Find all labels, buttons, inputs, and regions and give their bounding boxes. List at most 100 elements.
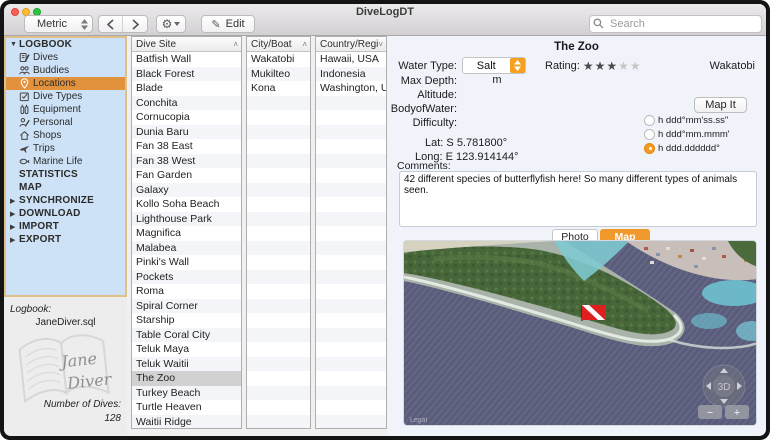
table-row[interactable]: Mukilteo bbox=[247, 67, 310, 82]
table-row-empty[interactable] bbox=[247, 371, 310, 386]
table-row[interactable]: Turkey Beach bbox=[132, 386, 241, 401]
table-row-empty[interactable] bbox=[316, 96, 386, 111]
table-row[interactable]: Conchita bbox=[132, 96, 241, 111]
table-row-empty[interactable] bbox=[247, 110, 310, 125]
sidebar-item-download[interactable]: ▶DOWNLOAD bbox=[6, 207, 125, 220]
table-row-empty[interactable] bbox=[316, 125, 386, 140]
table-row[interactable]: Pockets bbox=[132, 270, 241, 285]
table-row-empty[interactable] bbox=[247, 284, 310, 299]
sidebar-item-import[interactable]: ▶IMPORT bbox=[6, 220, 125, 233]
table-row[interactable]: Blade bbox=[132, 81, 241, 96]
table-row-empty[interactable] bbox=[316, 299, 386, 314]
star-icon[interactable]: ★ bbox=[630, 59, 642, 73]
table-row-empty[interactable] bbox=[316, 110, 386, 125]
table-row-empty[interactable] bbox=[316, 154, 386, 169]
table-row-empty[interactable] bbox=[316, 371, 386, 386]
radio-selected-icon[interactable] bbox=[644, 143, 655, 154]
map-zoom-out-button[interactable]: − bbox=[698, 405, 722, 419]
radio-icon[interactable] bbox=[644, 129, 655, 140]
star-icon[interactable]: ★ bbox=[618, 59, 630, 73]
table-row-empty[interactable] bbox=[316, 313, 386, 328]
table-row-empty[interactable] bbox=[316, 328, 386, 343]
table-row[interactable]: Dunia Baru bbox=[132, 125, 241, 140]
table-row-empty[interactable] bbox=[316, 241, 386, 256]
edit-button[interactable]: ✎ Edit bbox=[201, 15, 255, 33]
disclosure-triangle-icon[interactable]: ▶ bbox=[10, 210, 19, 218]
column-header-country-region[interactable]: Country/Region˅ bbox=[316, 37, 386, 52]
table-row-empty[interactable] bbox=[247, 255, 310, 270]
table-row[interactable]: Teluk Maya bbox=[132, 342, 241, 357]
table-row-empty[interactable] bbox=[316, 255, 386, 270]
table-row-empty[interactable] bbox=[316, 270, 386, 285]
table-row-empty[interactable] bbox=[247, 299, 310, 314]
table-row-empty[interactable] bbox=[316, 342, 386, 357]
table-row[interactable]: Washington, USA bbox=[316, 81, 386, 96]
table-row[interactable]: Black Forest bbox=[132, 67, 241, 82]
map-legal-link[interactable]: Legal bbox=[410, 417, 428, 424]
map-rotate-control[interactable]: 3D bbox=[703, 365, 745, 407]
column-header-dive-site[interactable]: Dive Site˄ bbox=[132, 37, 241, 52]
sidebar-item-equipment[interactable]: Equipment bbox=[6, 103, 125, 116]
table-row-empty[interactable] bbox=[316, 212, 386, 227]
sidebar-item-shops[interactable]: Shops bbox=[6, 129, 125, 142]
coord-format-radio-1[interactable]: h ddd°mm.mmm' bbox=[644, 127, 730, 141]
sidebar-item-statistics[interactable]: STATISTICS bbox=[6, 168, 125, 181]
back-button[interactable] bbox=[99, 16, 123, 32]
table-row[interactable]: Spiral Corner bbox=[132, 299, 241, 314]
table-row[interactable]: Wakatobi bbox=[247, 52, 310, 67]
table-row-empty[interactable] bbox=[316, 197, 386, 212]
coord-format-radio-2[interactable]: h ddd.dddddd° bbox=[644, 141, 730, 155]
sidebar-item-synchronize[interactable]: ▶SYNCHRONIZE bbox=[6, 194, 125, 207]
table-row[interactable]: Teluk Waitii bbox=[132, 357, 241, 372]
disclosure-triangle-icon[interactable]: ▶ bbox=[10, 223, 19, 231]
radio-icon[interactable] bbox=[644, 115, 655, 126]
table-row-empty[interactable] bbox=[316, 357, 386, 372]
table-row-empty[interactable] bbox=[247, 400, 310, 415]
table-row-empty[interactable] bbox=[247, 154, 310, 169]
table-row[interactable]: Indonesia bbox=[316, 67, 386, 82]
sidebar-item-locations[interactable]: Locations bbox=[6, 77, 125, 90]
star-icon[interactable]: ★ bbox=[606, 59, 618, 73]
table-row[interactable]: Starship bbox=[132, 313, 241, 328]
table-row[interactable]: Fan Garden bbox=[132, 168, 241, 183]
sidebar-item-dive-types[interactable]: Dive Types bbox=[6, 90, 125, 103]
table-row[interactable]: Galaxy bbox=[132, 183, 241, 198]
unit-popup[interactable]: Metric bbox=[24, 15, 93, 33]
map-view[interactable]: 3D − + Legal bbox=[403, 240, 757, 426]
table-row[interactable]: Hawaii, USA bbox=[316, 52, 386, 67]
map-it-button[interactable]: Map It bbox=[694, 97, 747, 113]
table-row[interactable]: Fan 38 West bbox=[132, 154, 241, 169]
table-row[interactable]: Kona bbox=[247, 81, 310, 96]
table-row-empty[interactable] bbox=[316, 168, 386, 183]
table-row-empty[interactable] bbox=[316, 400, 386, 415]
table-row-empty[interactable] bbox=[247, 270, 310, 285]
forward-button[interactable] bbox=[123, 16, 147, 32]
map-zoom-in-button[interactable]: + bbox=[725, 405, 749, 419]
table-row[interactable]: Table Coral City bbox=[132, 328, 241, 343]
table-row[interactable]: Malabea bbox=[132, 241, 241, 256]
sidebar-item-trips[interactable]: Trips bbox=[6, 142, 125, 155]
table-row[interactable]: Kollo Soha Beach bbox=[132, 197, 241, 212]
table-row-empty[interactable] bbox=[247, 241, 310, 256]
star-icon[interactable]: ★ bbox=[583, 59, 595, 73]
coord-format-radio-0[interactable]: h ddd°mm'ss.ss" bbox=[644, 113, 730, 127]
sidebar-item-map[interactable]: MAP bbox=[6, 181, 125, 194]
table-row-empty[interactable] bbox=[247, 386, 310, 401]
table-row-empty[interactable] bbox=[247, 328, 310, 343]
star-icon[interactable]: ★ bbox=[595, 59, 607, 73]
column-header-city-boat[interactable]: City/Boat˄ bbox=[247, 37, 310, 52]
sidebar-item-logbook[interactable]: ▼LOGBOOK bbox=[6, 38, 125, 51]
table-row[interactable]: Pinki's Wall bbox=[132, 255, 241, 270]
sidebar-item-marine-life[interactable]: Marine Life bbox=[6, 155, 125, 168]
table-row-empty[interactable] bbox=[316, 284, 386, 299]
water-type-popup[interactable]: Salt bbox=[462, 57, 526, 74]
disclosure-triangle-icon[interactable]: ▶ bbox=[10, 236, 19, 244]
disclosure-triangle-icon[interactable]: ▶ bbox=[10, 197, 19, 205]
table-row-empty[interactable] bbox=[247, 125, 310, 140]
rating-stars[interactable]: ★★★★★ bbox=[583, 59, 642, 73]
sidebar-item-export[interactable]: ▶EXPORT bbox=[6, 233, 125, 246]
table-row-empty[interactable] bbox=[247, 212, 310, 227]
table-row-empty[interactable] bbox=[247, 342, 310, 357]
search-input[interactable] bbox=[589, 15, 762, 33]
table-row[interactable]: Magnifica bbox=[132, 226, 241, 241]
